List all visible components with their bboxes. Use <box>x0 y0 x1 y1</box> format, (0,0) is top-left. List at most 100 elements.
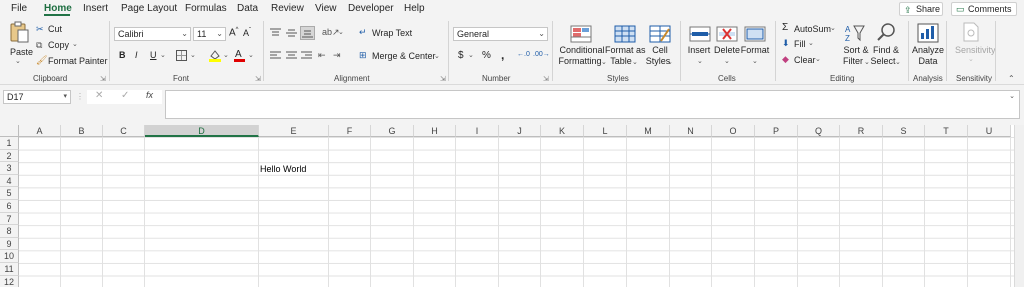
analyze-data-line2[interactable]: Data <box>911 56 945 66</box>
wrap-text-button[interactable]: Wrap Text <box>372 28 412 38</box>
number-format-select[interactable]: General ⌄ <box>453 27 548 41</box>
row-header-11[interactable]: 11 <box>0 263 19 276</box>
format-painter-icon[interactable]: 🖌 <box>36 55 47 66</box>
column-header-e[interactable]: E <box>259 125 329 137</box>
column-header-b[interactable]: B <box>61 125 103 137</box>
column-header-l[interactable]: L <box>584 125 627 137</box>
menu-view[interactable]: View <box>315 3 337 14</box>
currency-dropdown-icon[interactable]: ⌄ <box>468 51 474 59</box>
cancel-icon[interactable]: ✕ <box>95 90 103 101</box>
clipboard-launcher-icon[interactable]: ⇲ <box>100 75 106 83</box>
fill-icon[interactable]: ⬇ <box>782 38 790 49</box>
cell-styles-dropdown-icon[interactable]: ⌄ <box>667 58 673 66</box>
format-table-dropdown-icon[interactable]: ⌄ <box>632 58 638 66</box>
conditional-formatting-line2[interactable]: Formatting <box>557 56 603 66</box>
merge-center-icon[interactable]: ⊞ <box>359 50 367 61</box>
row-header-8[interactable]: 8 <box>0 225 19 238</box>
conditional-formatting-line1[interactable]: Conditional <box>559 45 605 55</box>
find-select-line1[interactable]: Find & <box>871 45 901 55</box>
paste-dropdown-icon[interactable]: ⌄ <box>15 57 21 65</box>
format-as-table-icon[interactable] <box>614 25 636 43</box>
underline-dropdown-icon[interactable]: ⌄ <box>160 51 166 59</box>
formula-input[interactable]: ⌄ <box>165 90 1020 119</box>
currency-button[interactable]: $ <box>458 50 464 61</box>
chevron-down-icon[interactable]: ▾ <box>63 91 67 103</box>
bold-button[interactable]: B <box>119 50 126 60</box>
autosum-icon[interactable]: Σ <box>782 22 788 33</box>
copy-icon[interactable]: ⧉ <box>36 40 42 51</box>
find-select-line2[interactable]: Select <box>868 56 898 66</box>
insert-button[interactable]: Insert <box>687 45 711 55</box>
borders-dropdown-icon[interactable]: ⌄ <box>190 51 196 59</box>
wrap-text-icon[interactable]: ↵ <box>359 27 367 38</box>
menu-insert[interactable]: Insert <box>83 3 108 14</box>
cut-button[interactable]: Cut <box>48 24 62 34</box>
column-header-o[interactable]: O <box>712 125 755 137</box>
increase-decimal-icon[interactable]: ←.0 <box>517 51 530 58</box>
column-header-p[interactable]: P <box>755 125 798 137</box>
row-header-5[interactable]: 5 <box>0 187 19 200</box>
format-cells-icon[interactable] <box>744 25 766 43</box>
align-right-icon[interactable] <box>301 51 312 61</box>
insert-function-icon[interactable]: fx <box>146 90 153 100</box>
decrease-indent-icon[interactable]: ⇤ <box>318 50 326 61</box>
sort-filter-icon[interactable]: AZ <box>845 23 865 43</box>
fill-color-icon[interactable] <box>209 49 221 62</box>
column-header-c[interactable]: C <box>103 125 145 137</box>
cut-icon[interactable]: ✂ <box>36 24 44 35</box>
font-launcher-icon[interactable]: ⇲ <box>255 75 261 83</box>
row-header-7[interactable]: 7 <box>0 212 19 226</box>
eraser-icon[interactable]: ◆ <box>782 54 789 65</box>
sort-filter-line1[interactable]: Sort & <box>841 45 871 55</box>
format-as-table-line1[interactable]: Format as <box>605 45 646 55</box>
conditional-formatting-icon[interactable] <box>570 25 592 43</box>
row-header-3[interactable]: 3 <box>0 162 19 175</box>
top-align-icon[interactable] <box>270 28 281 38</box>
column-header-k[interactable]: K <box>541 125 584 137</box>
italic-button[interactable]: I <box>135 50 138 60</box>
confirm-icon[interactable]: ✓ <box>121 90 129 101</box>
row-header-6[interactable]: 6 <box>0 200 19 213</box>
delete-dropdown-icon[interactable]: ⌄ <box>724 57 730 65</box>
cell-e3[interactable]: Hello World <box>260 164 306 174</box>
increase-font-icon[interactable]: A^ <box>229 27 239 38</box>
insert-cells-icon[interactable] <box>689 25 711 43</box>
column-header-j[interactable]: J <box>499 125 541 137</box>
bottom-align-icon[interactable] <box>300 26 315 40</box>
borders-icon[interactable] <box>176 50 187 61</box>
increase-indent-icon[interactable]: ⇥ <box>333 50 341 61</box>
cell-area[interactable] <box>19 137 1014 287</box>
fill-button[interactable]: Fill <box>794 39 806 49</box>
column-header-s[interactable]: S <box>883 125 925 137</box>
row-header-10[interactable]: 10 <box>0 250 19 263</box>
column-header-d[interactable]: D <box>145 125 259 137</box>
menu-file[interactable]: File <box>11 3 27 14</box>
decrease-font-icon[interactable]: Aˇ <box>243 28 251 38</box>
column-header-n[interactable]: N <box>670 125 712 137</box>
font-color-icon[interactable]: A <box>234 48 245 62</box>
menu-data[interactable]: Data <box>237 3 258 14</box>
column-header-m[interactable]: M <box>627 125 670 137</box>
find-dropdown-icon[interactable]: ⌄ <box>895 58 901 66</box>
decrease-decimal-icon[interactable]: .00→ <box>533 51 550 58</box>
row-header-9[interactable]: 9 <box>0 237 19 251</box>
insert-dropdown-icon[interactable]: ⌄ <box>697 57 703 65</box>
column-header-g[interactable]: G <box>371 125 414 137</box>
fill-dropdown-icon[interactable]: ⌄ <box>808 39 814 47</box>
column-header-r[interactable]: R <box>840 125 883 137</box>
column-header-f[interactable]: F <box>329 125 371 137</box>
column-header-u[interactable]: U <box>968 125 1011 137</box>
autosum-dropdown-icon[interactable]: ⌄ <box>830 24 836 32</box>
underline-button[interactable]: U <box>150 50 157 60</box>
font-size-select[interactable]: 11 ⌄ <box>193 27 226 41</box>
copy-dropdown-icon[interactable]: ⌄ <box>72 40 78 48</box>
row-header-1[interactable]: 1 <box>0 137 19 150</box>
column-header-a[interactable]: A <box>19 125 61 137</box>
column-header-q[interactable]: Q <box>798 125 840 137</box>
share-button[interactable]: ⇪ Share <box>899 2 943 16</box>
copy-button[interactable]: Copy <box>48 40 69 50</box>
find-select-icon[interactable] <box>876 22 896 42</box>
percent-button[interactable]: % <box>482 50 491 61</box>
comments-button[interactable]: ▭ Comments <box>951 2 1017 16</box>
row-header-2[interactable]: 2 <box>0 149 19 163</box>
